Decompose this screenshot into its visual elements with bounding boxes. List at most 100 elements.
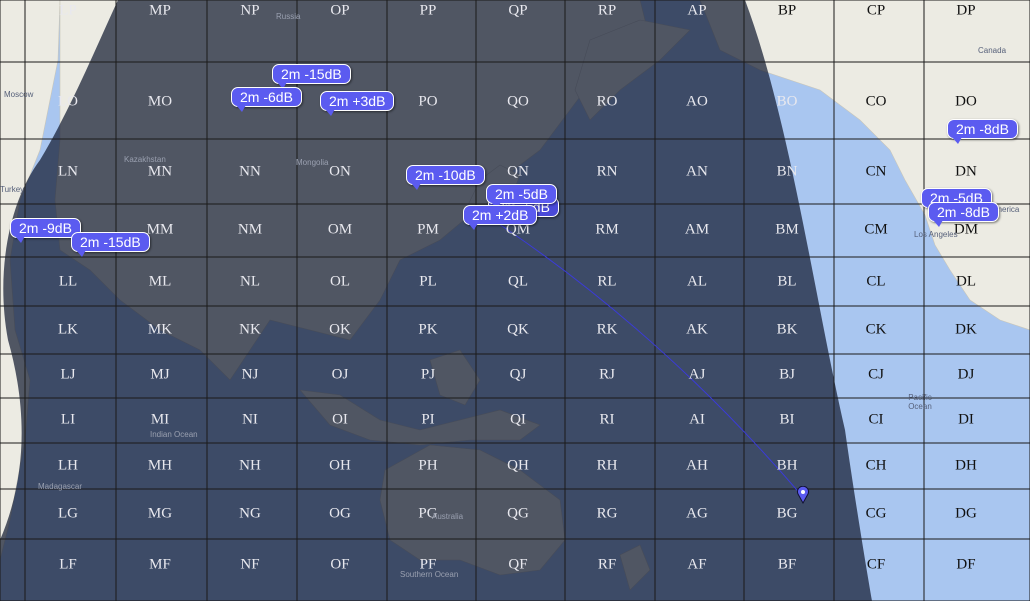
grid-square-label: CH (866, 457, 887, 473)
grid-square-label: MJ (150, 366, 169, 382)
grid-square-label: DO (955, 93, 977, 109)
spot-bubble[interactable]: 2m -10dB (406, 165, 485, 190)
grid-square-label: QF (508, 556, 527, 572)
grid-square-label: PI (421, 411, 434, 427)
grid-square-label: QP (508, 2, 527, 18)
grid-square-label: QK (507, 321, 529, 337)
grid-square-label: OF (330, 556, 349, 572)
spot-bubble[interactable]: 2m -15dB (272, 64, 351, 89)
grid-square-label: MO (148, 93, 172, 109)
geo-label: Canada (978, 46, 1007, 55)
grid-square-label: CF (867, 556, 885, 572)
grid-square-label: OK (329, 321, 351, 337)
grid-square-label: LH (58, 457, 78, 473)
grid-square-label: NM (238, 221, 262, 237)
grid-square-label: RJ (599, 366, 615, 382)
grid-square-label: NI (242, 411, 258, 427)
grid-square-label: PO (418, 93, 437, 109)
grid-square-label: MK (148, 321, 172, 337)
grid-square-label: LI (61, 411, 75, 427)
grid-square-label: PK (418, 321, 437, 337)
geo-label: Turkey (0, 185, 25, 194)
grid-square-label: BO (777, 93, 798, 109)
spot-bubble[interactable]: 2m -9dB (10, 218, 81, 243)
geo-label: Pacific Ocean (908, 393, 932, 411)
grid-square-label: BN (777, 163, 798, 179)
grid-square-label: LP (59, 2, 77, 18)
grid-square-label: AL (687, 273, 707, 289)
grid-square-label: NF (240, 556, 259, 572)
geo-label: Mongolia (296, 158, 329, 167)
grid-square-label: PP (420, 2, 437, 18)
grid-square-label: AO (686, 93, 708, 109)
grid-square-label: DP (956, 2, 975, 18)
grid-square-label: MH (148, 457, 172, 473)
spot-bubble[interactable]: 2m -5dB (486, 184, 557, 209)
map-canvas[interactable]: LPMPNPOPPPQPRPAPBPCPDPLOMONOOOPOQOROAOBO… (0, 0, 1030, 601)
grid-square-label: QH (507, 457, 529, 473)
grid-square-label: MN (148, 163, 172, 179)
grid-square-label: AJ (689, 366, 706, 382)
grid-square-label: AI (689, 411, 705, 427)
grid-square-label: BM (775, 221, 798, 237)
grid-square-label: OI (332, 411, 348, 427)
geo-label: Southern Ocean (400, 570, 459, 579)
grid-square-label: RF (598, 556, 616, 572)
grid-square-label: RH (597, 457, 618, 473)
geo-label: Los Angeles (914, 230, 958, 239)
grid-square-label: NN (239, 163, 261, 179)
grid-square-label: MI (151, 411, 169, 427)
grid-square-label: DF (956, 556, 975, 572)
grid-square-label: QO (507, 93, 529, 109)
grid-square-label: RM (595, 221, 618, 237)
grid-square-label: OM (328, 221, 352, 237)
grid-square-label: BP (778, 2, 796, 18)
grid-square-label: RP (598, 2, 616, 18)
grid-square-label: LL (59, 273, 77, 289)
grid-square-label: BL (777, 273, 796, 289)
geo-label: Indian Ocean (150, 430, 198, 439)
grid-square-label: LJ (61, 366, 76, 382)
spot-bubble[interactable]: 2m -8dB (947, 119, 1018, 144)
grid-square-label: ML (149, 273, 172, 289)
grid-square-label: QL (508, 273, 528, 289)
grid-square-label: AF (687, 556, 706, 572)
grid-square-label: NH (239, 457, 261, 473)
grid-square-label: NK (239, 321, 261, 337)
grid-square-label: QI (510, 411, 526, 427)
grid-square-label: RI (600, 411, 615, 427)
grid-square-label: QG (507, 505, 529, 521)
geo-label: Australia (432, 512, 464, 521)
spot-bubble[interactable]: 2m -15dB (71, 232, 150, 257)
grid-square-label: CM (864, 221, 887, 237)
grid-square-label: OL (330, 273, 350, 289)
grid-square-label: RL (597, 273, 616, 289)
grid-square-label: OG (329, 505, 351, 521)
spot-bubble[interactable]: 2m -8dB (928, 202, 999, 227)
grid-square-label: MF (149, 556, 171, 572)
grid-square-label: LN (58, 163, 78, 179)
grid-square-label: DJ (958, 366, 975, 382)
grid-square-label: CJ (868, 366, 884, 382)
grid-square-label: CG (866, 505, 887, 521)
grid-square-label: QJ (510, 366, 527, 382)
grid-square-label: CN (866, 163, 887, 179)
grid-square-label: OJ (332, 366, 349, 382)
qth-marker-icon[interactable] (796, 486, 810, 504)
grid-square-label: AK (686, 321, 708, 337)
grid-square-label: MM (147, 221, 174, 237)
grid-square-label: RN (597, 163, 618, 179)
geo-label: Russia (276, 12, 301, 21)
grid-square-label: AH (686, 457, 708, 473)
grid-square-label: BI (780, 411, 795, 427)
spot-bubble[interactable]: 2m +3dB (320, 91, 395, 116)
grid-square-label: DH (955, 457, 977, 473)
grid-square-label: AG (686, 505, 708, 521)
grid-square-label: PH (418, 457, 437, 473)
spot-bubble[interactable]: 2m +2dB (463, 205, 538, 230)
grid-square-label: PL (419, 273, 437, 289)
grid-square-label: DI (958, 411, 974, 427)
grid-square-label: CI (869, 411, 884, 427)
grid-square-label: QN (507, 163, 529, 179)
spot-bubble[interactable]: 2m -6dB (231, 87, 302, 112)
